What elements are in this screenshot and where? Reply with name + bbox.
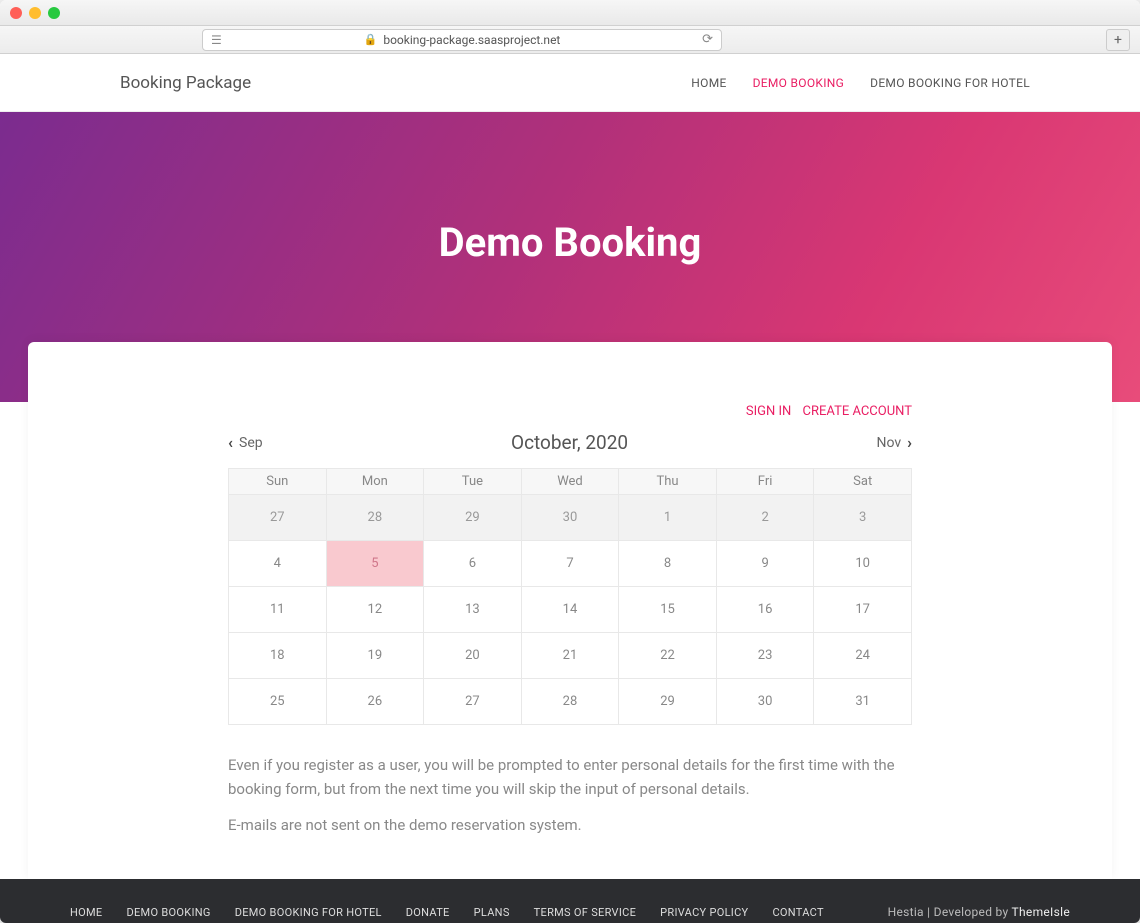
address-bar-row: ☰ 🔒 booking-package.saasproject.net ⟳ + xyxy=(0,26,1140,54)
calendar-day[interactable]: 30 xyxy=(521,495,619,541)
calendar-day[interactable]: 14 xyxy=(521,587,619,633)
calendar-day[interactable]: 21 xyxy=(521,633,619,679)
minimize-window-icon[interactable] xyxy=(29,7,41,19)
note-paragraph: Even if you register as a user, you will… xyxy=(228,753,912,801)
nav-link-demo-booking[interactable]: DEMO BOOKING xyxy=(753,76,845,90)
brand-title[interactable]: Booking Package xyxy=(120,73,251,93)
credit-prefix: Hestia | Developed by xyxy=(888,905,1012,919)
day-header: Sat xyxy=(814,469,912,495)
nav-link-demo-booking-for-hotel[interactable]: DEMO BOOKING FOR HOTEL xyxy=(870,76,1030,90)
calendar-day[interactable]: 29 xyxy=(619,679,717,725)
sign-in-link[interactable]: SIGN IN xyxy=(746,404,791,419)
calendar-day[interactable]: 1 xyxy=(619,495,717,541)
footer-link-plans[interactable]: PLANS xyxy=(474,906,510,919)
calendar-day[interactable]: 20 xyxy=(424,633,522,679)
day-header: Sun xyxy=(229,469,327,495)
url-text: booking-package.saasproject.net xyxy=(383,33,560,47)
calendar-day[interactable]: 27 xyxy=(424,679,522,725)
maximize-window-icon[interactable] xyxy=(48,7,60,19)
page-title: Demo Booking xyxy=(439,219,702,266)
auth-links: SIGN IN CREATE ACCOUNT xyxy=(228,404,912,419)
calendar-day[interactable]: 11 xyxy=(229,587,327,633)
calendar-row: 18192021222324 xyxy=(229,633,912,679)
calendar-day[interactable]: 23 xyxy=(716,633,814,679)
calendar-day[interactable]: 18 xyxy=(229,633,327,679)
top-nav: Booking Package HOME DEMO BOOKING DEMO BOO… xyxy=(0,54,1140,112)
calendar-day[interactable]: 10 xyxy=(814,541,912,587)
calendar-day[interactable]: 13 xyxy=(424,587,522,633)
calendar-day[interactable]: 5 xyxy=(326,541,424,587)
footer-credit: Hestia | Developed by ThemeIsle xyxy=(888,905,1070,919)
calendar-row: 27282930123 xyxy=(229,495,912,541)
credit-theme-link[interactable]: ThemeIsle xyxy=(1012,905,1070,919)
footer-link-contact[interactable]: CONTACT xyxy=(772,906,823,919)
reader-mode-icon[interactable]: ☰ xyxy=(211,33,222,47)
day-header: Thu xyxy=(619,469,717,495)
calendar-day[interactable]: 28 xyxy=(326,495,424,541)
calendar-day[interactable]: 4 xyxy=(229,541,327,587)
day-header: Wed xyxy=(521,469,619,495)
browser-window: ☰ 🔒 booking-package.saasproject.net ⟳ + … xyxy=(0,0,1140,923)
footer: HOME DEMO BOOKING DEMO BOOKING FOR HOTEL DO… xyxy=(0,879,1140,923)
day-header: Tue xyxy=(424,469,522,495)
calendar-day[interactable]: 24 xyxy=(814,633,912,679)
refresh-icon[interactable]: ⟳ xyxy=(702,32,713,47)
chevron-left-icon: ‹ xyxy=(228,433,233,452)
nav-link-home[interactable]: HOME xyxy=(691,76,726,90)
calendar-header: ‹ Sep October, 2020 Nov › xyxy=(228,431,912,454)
calendar-day[interactable]: 15 xyxy=(619,587,717,633)
calendar-row: 25262728293031 xyxy=(229,679,912,725)
calendar-row: 45678910 xyxy=(229,541,912,587)
calendar-table: SunMonTueWedThuFriSat 272829301234567891… xyxy=(228,468,912,725)
footer-link-demo-booking-for-hotel[interactable]: DEMO BOOKING FOR HOTEL xyxy=(235,906,382,919)
calendar-day[interactable]: 29 xyxy=(424,495,522,541)
close-window-icon[interactable] xyxy=(10,7,22,19)
calendar-day[interactable]: 30 xyxy=(716,679,814,725)
calendar-day[interactable]: 31 xyxy=(814,679,912,725)
footer-link-privacy-policy[interactable]: PRIVACY POLICY xyxy=(660,906,748,919)
footer-links: HOME DEMO BOOKING DEMO BOOKING FOR HOTEL DO… xyxy=(70,906,824,919)
chevron-right-icon: › xyxy=(907,433,912,452)
calendar-day[interactable]: 26 xyxy=(326,679,424,725)
calendar-day[interactable]: 2 xyxy=(716,495,814,541)
calendar-day[interactable]: 16 xyxy=(716,587,814,633)
prev-month-button[interactable]: ‹ Sep xyxy=(228,433,263,452)
calendar-day[interactable]: 28 xyxy=(521,679,619,725)
nav-links: HOME DEMO BOOKING DEMO BOOKING FOR HOTEL xyxy=(691,76,1030,90)
calendar-title: October, 2020 xyxy=(511,431,628,454)
next-month-button[interactable]: Nov › xyxy=(876,433,912,452)
traffic-lights xyxy=(10,7,60,19)
create-account-link[interactable]: CREATE ACCOUNT xyxy=(803,404,912,419)
footer-link-donate[interactable]: DONATE xyxy=(406,906,450,919)
page-viewport: Booking Package HOME DEMO BOOKING DEMO BOO… xyxy=(0,54,1140,923)
calendar-day[interactable]: 8 xyxy=(619,541,717,587)
day-header: Fri xyxy=(716,469,814,495)
next-month-label: Nov xyxy=(876,435,901,451)
new-tab-button[interactable]: + xyxy=(1106,29,1130,51)
calendar-day[interactable]: 27 xyxy=(229,495,327,541)
footer-link-terms-of-service[interactable]: TERMS OF SERVICE xyxy=(534,906,637,919)
calendar-day[interactable]: 7 xyxy=(521,541,619,587)
calendar-day[interactable]: 9 xyxy=(716,541,814,587)
calendar-day[interactable]: 6 xyxy=(424,541,522,587)
content-card: SIGN IN CREATE ACCOUNT ‹ Sep October, 20… xyxy=(28,342,1112,879)
calendar-day[interactable]: 19 xyxy=(326,633,424,679)
window-titlebar xyxy=(0,0,1140,26)
calendar-day[interactable]: 25 xyxy=(229,679,327,725)
lock-icon: 🔒 xyxy=(364,33,378,46)
address-bar[interactable]: ☰ 🔒 booking-package.saasproject.net ⟳ xyxy=(202,29,722,51)
day-header: Mon xyxy=(326,469,424,495)
notes-section: Even if you register as a user, you will… xyxy=(228,753,912,837)
calendar-day[interactable]: 17 xyxy=(814,587,912,633)
calendar-row: 11121314151617 xyxy=(229,587,912,633)
calendar-day[interactable]: 22 xyxy=(619,633,717,679)
note-paragraph: E-mails are not sent on the demo reserva… xyxy=(228,813,912,837)
prev-month-label: Sep xyxy=(239,435,263,451)
calendar-day[interactable]: 12 xyxy=(326,587,424,633)
footer-link-demo-booking[interactable]: DEMO BOOKING xyxy=(126,906,210,919)
calendar-day[interactable]: 3 xyxy=(814,495,912,541)
footer-link-home[interactable]: HOME xyxy=(70,906,102,919)
